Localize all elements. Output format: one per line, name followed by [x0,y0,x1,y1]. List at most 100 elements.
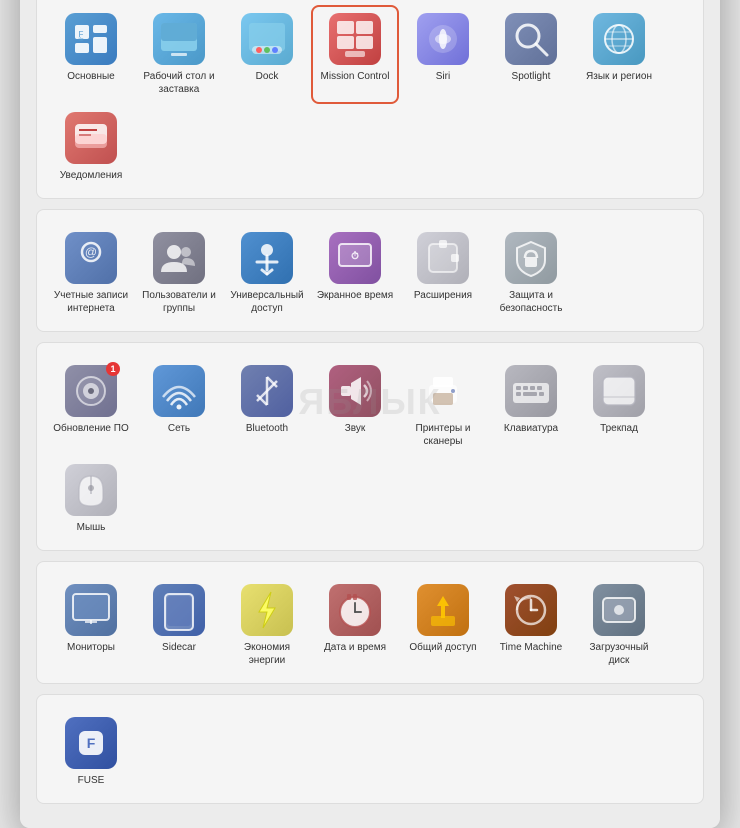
users-icon [153,232,205,284]
pref-item-screen[interactable]: ⏱ Экранное время [311,224,399,323]
notif-icon [65,112,117,164]
pref-item-print[interactable]: Принтеры и сканеры [399,357,487,456]
svg-text:F: F [87,735,96,751]
monitor-icon [65,584,117,636]
keyboard-label: Клавиатура [504,422,558,435]
mouse-label: Мышь [77,521,106,534]
keyboard-icon [505,365,557,417]
section-1-row: File Основные Рабочий стол и заставка Dock M… [47,5,693,190]
osnov-label: Основные [67,70,114,83]
osnov-icon: File [65,13,117,65]
pref-item-siri[interactable]: Siri [399,5,487,104]
sidecar-label: Sidecar [162,641,196,654]
siri-icon [417,13,469,65]
pref-item-bt[interactable]: Bluetooth [223,357,311,456]
pref-item-security[interactable]: Защита и безопасность [487,224,575,323]
mouse-icon [65,464,117,516]
energy-label: Экономия энергии [227,641,307,667]
desktop-icon [153,13,205,65]
pref-item-sidecar[interactable]: Sidecar [135,576,223,675]
bt-label: Bluetooth [246,422,288,435]
access-icon [241,232,293,284]
accounts-icon: @ [65,232,117,284]
mission-label: Mission Control [321,70,390,83]
bt-icon [241,365,293,417]
datetime-icon [329,584,381,636]
section-system: Мониторы Sidecar Экономия энергии Дата и вр… [36,561,704,684]
section-2-row: @ Учетные записи интернетаПользователи и … [47,224,693,323]
update-label: Обновление ПО [53,422,128,435]
security-label: Защита и безопасность [491,289,571,315]
pref-item-extens[interactable]: Расширения [399,224,487,323]
pref-item-startup[interactable]: Загрузочный диск [575,576,663,675]
pref-item-fuse[interactable]: F FUSE [47,709,135,795]
extens-label: Расширения [414,289,472,302]
pref-item-sharing[interactable]: Общий доступ [399,576,487,675]
pref-item-mission[interactable]: Mission Control [311,5,399,104]
sharing-label: Общий доступ [409,641,476,654]
energy-icon [241,584,293,636]
extens-icon [417,232,469,284]
timemachine-icon [505,584,557,636]
trackpad-label: Трекпад [600,422,638,435]
pref-item-keyboard[interactable]: Клавиатура [487,357,575,456]
print-icon [417,365,469,417]
screen-label: Экранное время [317,289,393,302]
pref-item-spotlight[interactable]: Spotlight [487,5,575,104]
sharing-icon [417,584,469,636]
notif-label: Уведомления [60,169,123,182]
security-icon [505,232,557,284]
pref-item-lang[interactable]: Язык и регион [575,5,663,104]
accounts-label: Учетные записи интернета [51,289,131,315]
section-accounts: @ Учетные записи интернетаПользователи и … [36,209,704,332]
timemachine-label: Time Machine [500,641,562,654]
pref-item-monitor[interactable]: Мониторы [47,576,135,675]
startup-icon [593,584,645,636]
spotlight-label: Spotlight [512,70,551,83]
svg-text:@: @ [85,245,97,259]
pref-item-energy[interactable]: Экономия энергии [223,576,311,675]
pref-item-accounts[interactable]: @ Учетные записи интернета [47,224,135,323]
pref-item-net[interactable]: Сеть [135,357,223,456]
pref-item-dock[interactable]: Dock [223,5,311,104]
section-5-row: F FUSE [47,709,693,795]
access-label: Универсальный доступ [227,289,307,315]
svg-text:⏱: ⏱ [351,250,359,262]
screen-icon: ⏱ [329,232,381,284]
dock-icon [241,13,293,65]
monitor-label: Мониторы [67,641,115,654]
desktop-label: Рабочий стол и заставка [139,70,219,96]
pref-item-desktop[interactable]: Рабочий стол и заставка [135,5,223,104]
fuse-icon: F [65,717,117,769]
print-label: Принтеры и сканеры [403,422,483,448]
spotlight-icon [505,13,557,65]
pref-item-access[interactable]: Универсальный доступ [223,224,311,323]
sidecar-icon [153,584,205,636]
section-hardware: 1 Обновление ПО Сеть Bluetooth Звук Принтеры … [36,342,704,551]
sound-icon [329,365,381,417]
pref-item-timemachine[interactable]: Time Machine [487,576,575,675]
lang-icon [593,13,645,65]
pref-item-update[interactable]: 1 Обновление ПО [47,357,135,456]
mission-icon [329,13,381,65]
update-icon: 1 [65,365,117,417]
datetime-label: Дата и время [324,641,386,654]
siri-label: Siri [436,70,450,83]
pref-item-trackpad[interactable]: Трекпад [575,357,663,456]
pref-item-notif[interactable]: Уведомления [47,104,135,190]
preferences-grid: ЯБЛЫК FileОсновныеРабочий стол и заставк… [20,0,720,828]
pref-item-mouse[interactable]: Мышь [47,456,135,542]
system-preferences-window: ‹ › ⊞ Системные настройки 🔍 Я Yablyk Pub… [20,0,720,828]
dock-label: Dock [256,70,279,83]
sound-label: Звук [345,422,366,435]
lang-label: Язык и регион [586,70,652,83]
pref-item-osnov[interactable]: File Основные [47,5,135,104]
startup-label: Загрузочный диск [579,641,659,667]
section-3-row: 1 Обновление ПО Сеть Bluetooth Звук Принтеры … [47,357,693,542]
pref-item-sound[interactable]: Звук [311,357,399,456]
fuse-label: FUSE [78,774,105,787]
pref-item-users[interactable]: Пользователи и группы [135,224,223,323]
pref-item-datetime[interactable]: Дата и время [311,576,399,675]
net-label: Сеть [168,422,190,435]
svg-text:ile: ile [78,37,83,43]
